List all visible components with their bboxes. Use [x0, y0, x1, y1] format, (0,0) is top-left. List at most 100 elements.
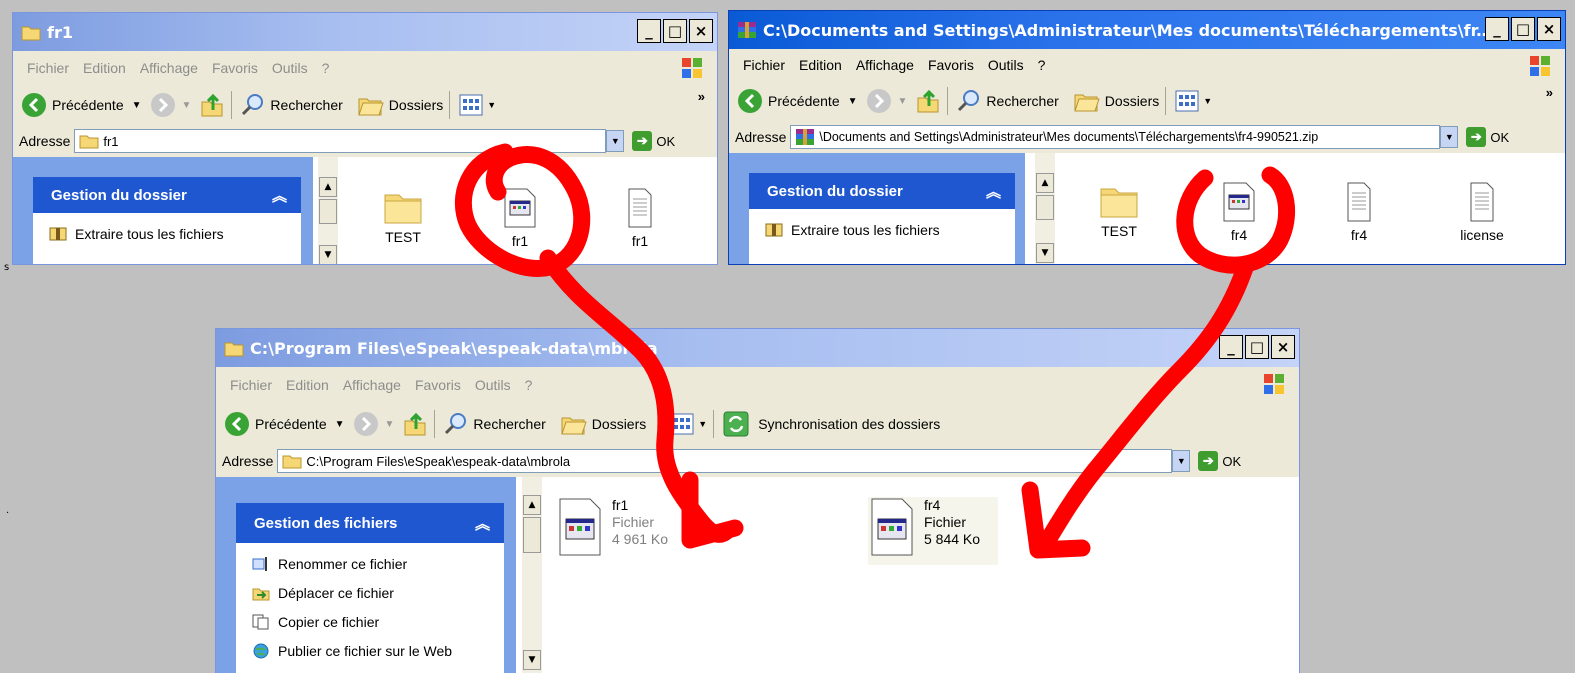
address-input[interactable]: C:\Program Files\eSpeak\espeak-data\mbro…	[277, 449, 1173, 473]
maximize-button[interactable]: □	[663, 19, 687, 43]
file-item-fr1-database[interactable]: fr1	[490, 187, 550, 249]
task-rename-file[interactable]: Renommer ce fichier	[236, 549, 504, 578]
scroll-up-button[interactable]: ▲	[1036, 173, 1054, 193]
sync-folders-button[interactable]: Synchronisation des dossiers	[722, 410, 940, 438]
back-button[interactable]: Précédente ▼	[737, 88, 858, 114]
window-fr1[interactable]: fr1 _ □ × Fichier Edition Affichage Favo…	[12, 12, 718, 265]
scroll-thumb[interactable]	[1036, 195, 1054, 220]
scroll-thumb[interactable]	[319, 199, 337, 224]
title-bar[interactable]: fr1 _ □ ×	[13, 13, 717, 51]
menu-favoris[interactable]: Favoris	[415, 377, 461, 393]
collapse-chevron-icon[interactable]: ︽	[986, 181, 1001, 202]
search-button[interactable]: Rechercher	[240, 92, 343, 118]
folders-button[interactable]: Dossiers	[1073, 89, 1159, 113]
menu-affichage[interactable]: Affichage	[856, 57, 914, 73]
dropdown-arrow-icon[interactable]: ▼	[182, 100, 192, 111]
menu-fichier[interactable]: Fichier	[27, 60, 69, 76]
up-folder-button[interactable]	[199, 92, 225, 118]
file-item-test-folder[interactable]: TEST	[1089, 181, 1149, 239]
up-folder-button[interactable]	[402, 411, 428, 437]
dropdown-arrow-icon[interactable]: ▼	[385, 419, 395, 430]
menu-edition[interactable]: Edition	[799, 57, 842, 73]
maximize-button[interactable]: □	[1511, 17, 1535, 41]
views-button[interactable]: ▼	[1174, 89, 1212, 113]
dropdown-arrow-icon[interactable]: ▼	[698, 419, 707, 429]
back-button[interactable]: Précédente ▼	[21, 92, 142, 118]
minimize-button[interactable]: _	[637, 19, 661, 43]
folders-button[interactable]: Dossiers	[357, 93, 443, 117]
maximize-button[interactable]: □	[1245, 335, 1269, 359]
menu-help[interactable]: ?	[1038, 57, 1046, 73]
task-header[interactable]: Gestion du dossier ︽	[749, 173, 1015, 209]
dropdown-arrow-icon[interactable]: ▼	[848, 96, 858, 107]
window-zip[interactable]: C:\Documents and Settings\Administrateur…	[728, 10, 1566, 265]
menu-outils[interactable]: Outils	[475, 377, 511, 393]
close-button[interactable]: ×	[689, 19, 713, 43]
collapse-chevron-icon[interactable]: ︽	[475, 513, 490, 534]
folders-button[interactable]: Dossiers	[560, 412, 646, 436]
search-button[interactable]: Rechercher	[443, 411, 546, 437]
task-extract-all[interactable]: Extraire tous les fichiers	[749, 215, 1015, 244]
forward-button[interactable]: ▼	[353, 411, 395, 437]
search-button[interactable]: Rechercher	[956, 88, 1059, 114]
go-button[interactable]: ➔ OK	[632, 131, 675, 151]
back-button[interactable]: Précédente ▼	[224, 411, 345, 437]
forward-button[interactable]: ▼	[150, 92, 192, 118]
scrollbar[interactable]: ▲ ▼	[318, 157, 338, 264]
close-button[interactable]: ×	[1537, 17, 1561, 41]
task-extract-all[interactable]: Extraire tous les fichiers	[33, 219, 301, 248]
dropdown-arrow-icon[interactable]: ▼	[898, 96, 908, 107]
close-button[interactable]: ×	[1271, 335, 1295, 359]
up-folder-button[interactable]	[915, 88, 941, 114]
toolbar-chevron-icon[interactable]: »	[698, 89, 705, 104]
file-item-fr4-database[interactable]: fr4	[1209, 181, 1269, 243]
scroll-thumb[interactable]	[523, 517, 541, 553]
scroll-up-button[interactable]: ▲	[319, 177, 337, 197]
menu-fichier[interactable]: Fichier	[743, 57, 785, 73]
minimize-button[interactable]: _	[1219, 335, 1243, 359]
collapse-chevron-icon[interactable]: ︽	[272, 185, 287, 206]
task-publish-web[interactable]: Publier ce fichier sur le Web	[236, 636, 504, 665]
address-dropdown-button[interactable]: ▼	[1172, 450, 1191, 472]
file-item-license[interactable]: license	[1447, 181, 1517, 243]
address-input[interactable]: \Documents and Settings\Administrateur\M…	[790, 125, 1441, 149]
menu-favoris[interactable]: Favoris	[928, 57, 974, 73]
views-button[interactable]: ▼	[458, 93, 496, 117]
scroll-down-button[interactable]: ▼	[319, 245, 337, 264]
scrollbar[interactable]: ▲ ▼	[1035, 153, 1055, 264]
dropdown-arrow-icon[interactable]: ▼	[132, 100, 142, 111]
window-mbrola[interactable]: C:\Program Files\eSpeak\espeak-data\mbro…	[215, 328, 1300, 673]
menu-outils[interactable]: Outils	[272, 60, 308, 76]
address-input[interactable]: fr1	[74, 129, 607, 153]
dropdown-arrow-icon[interactable]: ▼	[1203, 96, 1212, 106]
address-dropdown-button[interactable]: ▼	[606, 130, 625, 152]
go-button[interactable]: ➔ OK	[1198, 451, 1241, 471]
file-tile-fr4[interactable]: fr4 Fichier 5 844 Ko	[868, 497, 998, 565]
address-dropdown-button[interactable]: ▼	[1440, 126, 1459, 148]
file-item-fr1-text[interactable]: fr1	[610, 187, 670, 249]
menu-outils[interactable]: Outils	[988, 57, 1024, 73]
dropdown-arrow-icon[interactable]: ▼	[335, 419, 345, 430]
title-bar[interactable]: C:\Documents and Settings\Administrateur…	[729, 11, 1565, 49]
menu-edition[interactable]: Edition	[83, 60, 126, 76]
file-tile-fr1[interactable]: fr1 Fichier 4 961 Ko	[556, 497, 696, 565]
forward-button[interactable]: ▼	[866, 88, 908, 114]
task-header[interactable]: Gestion du dossier ︽	[33, 177, 301, 213]
menu-favoris[interactable]: Favoris	[212, 60, 258, 76]
dropdown-arrow-icon[interactable]: ▼	[487, 100, 496, 110]
views-button[interactable]: ▼	[669, 412, 707, 436]
menu-help[interactable]: ?	[322, 60, 330, 76]
menu-help[interactable]: ?	[525, 377, 533, 393]
scroll-up-button[interactable]: ▲	[523, 495, 541, 515]
menu-affichage[interactable]: Affichage	[140, 60, 198, 76]
scroll-down-button[interactable]: ▼	[1036, 243, 1054, 263]
minimize-button[interactable]: _	[1485, 17, 1509, 41]
menu-affichage[interactable]: Affichage	[343, 377, 401, 393]
file-item-test-folder[interactable]: TEST	[373, 187, 433, 245]
scroll-down-button[interactable]: ▼	[523, 650, 541, 670]
scrollbar[interactable]: ▲ ▼	[522, 477, 542, 673]
menu-fichier[interactable]: Fichier	[230, 377, 272, 393]
title-bar[interactable]: C:\Program Files\eSpeak\espeak-data\mbro…	[216, 329, 1299, 367]
go-button[interactable]: ➔ OK	[1466, 127, 1509, 147]
task-move-file[interactable]: Déplacer ce fichier	[236, 578, 504, 607]
